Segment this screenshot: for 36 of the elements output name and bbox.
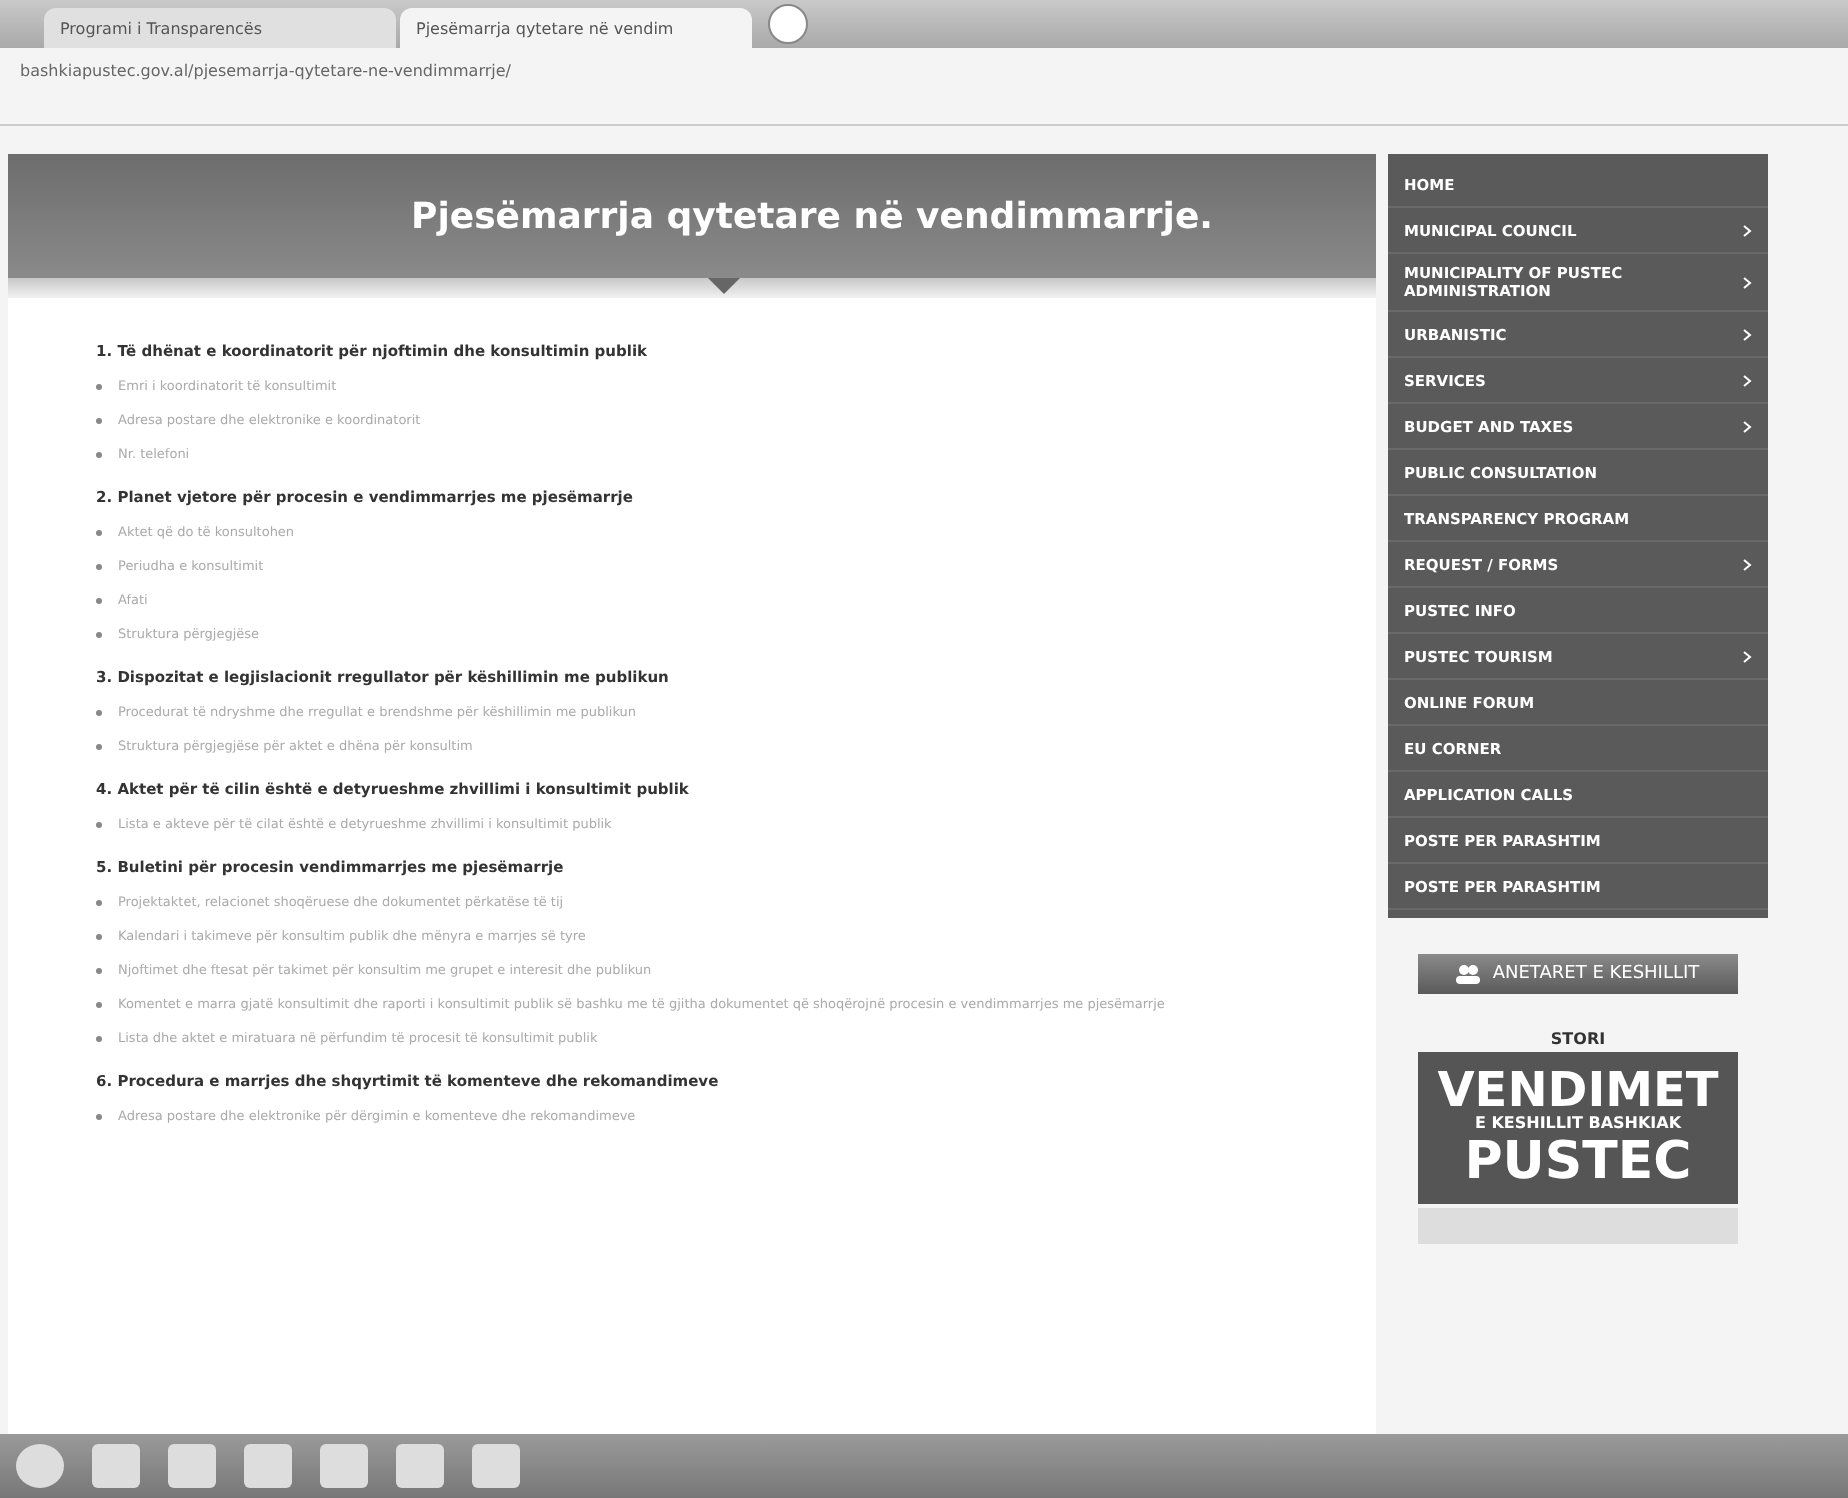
start-icon[interactable] bbox=[16, 1444, 64, 1488]
bullet-icon bbox=[96, 934, 102, 940]
app-icon[interactable] bbox=[168, 1444, 216, 1488]
people-icon bbox=[1456, 964, 1481, 984]
bullet-icon bbox=[96, 598, 102, 604]
browser-tab[interactable]: Pjesëmarrja qytetare në vendim bbox=[400, 8, 752, 48]
bullet-icon bbox=[96, 632, 102, 638]
bullet-icon bbox=[96, 1002, 102, 1008]
bullet-icon bbox=[96, 1114, 102, 1120]
bullet-icon bbox=[96, 744, 102, 750]
bullet-icon bbox=[96, 710, 102, 716]
banner-title: PUSTEC bbox=[1464, 1134, 1692, 1192]
app-icon[interactable] bbox=[244, 1444, 292, 1488]
pointer-icon bbox=[708, 278, 740, 294]
banner-subtitle: E KESHILLIT BASHKIAK bbox=[1474, 1116, 1682, 1135]
app-icon[interactable] bbox=[472, 1444, 520, 1488]
app-icon[interactable] bbox=[320, 1444, 368, 1488]
new-tab-button[interactable] bbox=[768, 4, 808, 44]
council-members-button[interactable]: ANETARET E KESHILLIT bbox=[1418, 954, 1738, 994]
app-icon[interactable] bbox=[92, 1444, 140, 1488]
page-title: Pjesëmarrja qytetare në vendimmarrje. bbox=[411, 195, 1213, 237]
address-field[interactable]: bashkiapustec.gov.al/pjesemarrja-qytetare-ne-vendimmarrje/ bbox=[20, 61, 1828, 79]
decisions-banner[interactable]: VENDIMET E KESHILLIT BASHKIAK PUSTEC bbox=[1418, 1052, 1738, 1204]
poster-caption: STORI bbox=[1550, 1030, 1606, 1048]
bullet-icon bbox=[96, 1036, 102, 1042]
app-icon[interactable] bbox=[396, 1444, 444, 1488]
bullet-icon bbox=[96, 900, 102, 906]
bullet-icon bbox=[96, 968, 102, 974]
bullet-icon bbox=[96, 564, 102, 570]
bullet-icon bbox=[96, 452, 102, 458]
banner-title: VENDIMET bbox=[1437, 1064, 1719, 1117]
bullet-icon bbox=[96, 530, 102, 536]
bullet-icon bbox=[96, 418, 102, 424]
browser-tab[interactable]: Programi i Transparencës bbox=[44, 8, 396, 48]
bullet-icon bbox=[96, 822, 102, 828]
bullet-icon bbox=[96, 384, 102, 390]
